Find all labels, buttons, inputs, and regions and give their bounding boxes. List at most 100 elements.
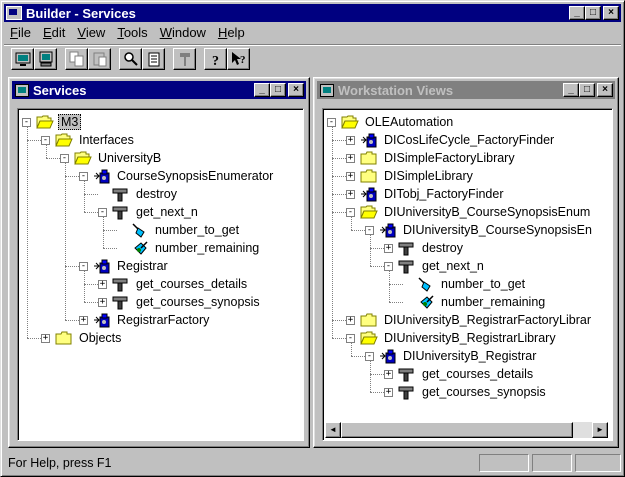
expand-toggle[interactable]: +	[384, 369, 393, 379]
collapse-toggle[interactable]: -	[327, 117, 336, 127]
workstation-tree-node-label: DICosLifeCycle_FactoryFinder	[384, 133, 555, 147]
services-tree-node[interactable]: - M3	[22, 113, 82, 131]
tree-connector	[103, 248, 117, 249]
expand-toggle[interactable]: +	[346, 189, 355, 199]
collapse-toggle[interactable]: -	[41, 135, 50, 145]
workstation-tree-node[interactable]: + DISimpleFactoryLibrary	[346, 149, 517, 167]
workstation-tree-node[interactable]: + get_courses_details	[384, 365, 535, 383]
services-tree-node-label: RegistrarFactory	[117, 313, 210, 327]
services-tree-node[interactable]: - get_next_n	[98, 203, 200, 221]
folder-icon	[360, 168, 378, 184]
services-tree-node[interactable]: + Objects	[41, 329, 123, 347]
tree-connector	[332, 158, 346, 159]
workstation-pane: Workstation Views _ □ × ◄ ► - OLEAutomati…	[313, 77, 619, 448]
copy-button[interactable]	[65, 47, 88, 70]
menu-window[interactable]: Window	[154, 25, 212, 40]
services-close-button[interactable]: ×	[288, 83, 304, 97]
services-tree-node[interactable]: - CourseSynopsisEnumerator	[79, 167, 275, 185]
workstation-tree-node[interactable]: - DIUniversityB_RegistrarLibrary	[346, 329, 558, 347]
workstation-tree-node[interactable]: - OLEAutomation	[327, 113, 455, 131]
screen-button[interactable]	[11, 47, 34, 70]
scroll-right-button[interactable]: ►	[592, 422, 608, 438]
workstation-tree-node[interactable]: - DIUniversityB_CourseSynopsisEnum	[346, 203, 592, 221]
collapse-toggle[interactable]: -	[346, 333, 355, 343]
context-help-button[interactable]: ?	[227, 47, 250, 70]
notepad-button[interactable]	[142, 47, 165, 70]
workstation-tree-node[interactable]: number_remaining	[403, 293, 547, 311]
services-maximize-button[interactable]: □	[270, 83, 286, 97]
workstation-minimize-button[interactable]: _	[563, 83, 579, 97]
workstation-tree-node[interactable]: number_to_get	[403, 275, 527, 293]
menu-tools[interactable]: Tools	[111, 25, 153, 40]
collapse-toggle[interactable]: -	[384, 261, 393, 271]
status-bar: For Help, press F1	[4, 453, 621, 473]
services-tree-node[interactable]: number_remaining	[117, 239, 261, 257]
folder-open-icon	[360, 204, 378, 220]
workstation-tree-node[interactable]: - DIUniversityB_CourseSynopsisEn	[365, 221, 594, 239]
collapse-toggle[interactable]: -	[79, 171, 88, 181]
services-tree-node-label: UniversityB	[98, 151, 162, 165]
tree-connector	[332, 176, 346, 177]
expand-toggle[interactable]: +	[346, 315, 355, 325]
workstation-maximize-button[interactable]: □	[579, 83, 595, 97]
hammer-button[interactable]	[173, 47, 196, 70]
menu-file[interactable]: File	[4, 25, 37, 40]
expand-toggle[interactable]: +	[98, 297, 107, 307]
workstation-tree-node[interactable]: + DITobj_FactoryFinder	[346, 185, 506, 203]
find-button[interactable]	[119, 47, 142, 70]
services-minimize-button[interactable]: _	[254, 83, 270, 97]
collapse-toggle[interactable]: -	[60, 153, 69, 163]
monitor-button[interactable]	[34, 47, 57, 70]
workstation-tree-node-label: DISimpleLibrary	[384, 169, 473, 183]
workstation-tree-node[interactable]: - DIUniversityB_Registrar	[365, 347, 538, 365]
menu-view[interactable]: View	[71, 25, 111, 40]
horizontal-scrollbar[interactable]: ◄ ►	[325, 422, 608, 438]
services-tree-node-label: get_next_n	[136, 205, 198, 219]
services-tree-node[interactable]: - Registrar	[79, 257, 170, 275]
expand-toggle[interactable]: +	[346, 153, 355, 163]
expand-toggle[interactable]: +	[346, 171, 355, 181]
collapse-toggle[interactable]: -	[79, 261, 88, 271]
collapse-toggle[interactable]: -	[98, 207, 107, 217]
scroll-track[interactable]	[341, 422, 592, 438]
expand-toggle[interactable]: +	[384, 387, 393, 397]
workstation-tree-node[interactable]: - get_next_n	[384, 257, 486, 275]
workstation-tree-node-label: get_courses_synopsis	[422, 385, 546, 399]
paste-button[interactable]	[88, 47, 111, 70]
services-tree-node[interactable]: number_to_get	[117, 221, 241, 239]
expand-toggle[interactable]: +	[384, 243, 393, 253]
menu-edit[interactable]: Edit	[37, 25, 71, 40]
workstation-tree-node[interactable]: + get_courses_synopsis	[384, 383, 548, 401]
expand-toggle[interactable]: +	[346, 135, 355, 145]
menu-help[interactable]: Help	[212, 25, 251, 40]
services-tree-node[interactable]: - Interfaces	[41, 131, 136, 149]
help-button[interactable]: ?	[204, 47, 227, 70]
expand-toggle[interactable]: +	[41, 333, 50, 343]
app-icon[interactable]	[6, 6, 22, 20]
workstation-tree[interactable]: ◄ ► - OLEAutomation + DICosLifeCycle_Factor…	[322, 108, 613, 441]
services-tree-node[interactable]: + get_courses_synopsis	[98, 293, 262, 311]
scroll-left-button[interactable]: ◄	[325, 422, 341, 438]
expand-toggle[interactable]: +	[79, 315, 88, 325]
workstation-tree-node[interactable]: + DIUniversityB_RegistrarFactoryLibrar	[346, 311, 593, 329]
minimize-button[interactable]: _	[569, 6, 585, 20]
workstation-close-button[interactable]: ×	[597, 83, 613, 97]
close-button[interactable]: ×	[603, 6, 619, 20]
maximize-button[interactable]: □	[585, 6, 601, 20]
services-tree-node[interactable]: destroy	[98, 185, 179, 203]
services-tree-node[interactable]: + get_courses_details	[98, 275, 249, 293]
services-tree-node[interactable]: + RegistrarFactory	[79, 311, 211, 329]
collapse-toggle[interactable]: -	[22, 117, 31, 127]
services-tree[interactable]: - M3- Interfaces - UniversityB - CourseSynopsi…	[17, 108, 304, 441]
expand-toggle[interactable]: +	[98, 279, 107, 289]
workstation-tree-node[interactable]: + DISimpleLibrary	[346, 167, 475, 185]
workstation-tree-node[interactable]: + destroy	[384, 239, 465, 257]
scroll-thumb[interactable]	[341, 422, 573, 438]
services-tree-node[interactable]: - UniversityB	[60, 149, 163, 167]
collapse-toggle[interactable]: -	[346, 207, 355, 217]
workstation-tree-node[interactable]: + DICosLifeCycle_FactoryFinder	[346, 131, 556, 149]
collapse-toggle[interactable]: -	[365, 225, 374, 235]
services-tree-node-label: Interfaces	[79, 133, 134, 147]
collapse-toggle[interactable]: -	[365, 351, 374, 361]
interface-icon	[379, 348, 397, 364]
